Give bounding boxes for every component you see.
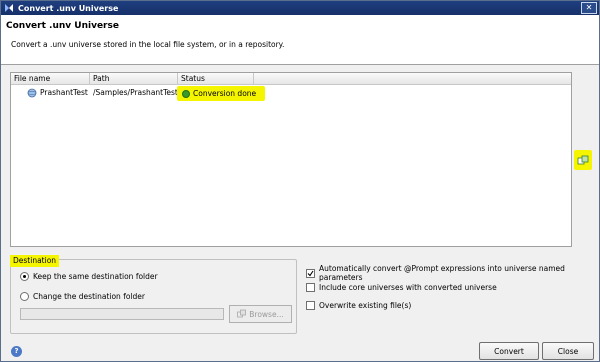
overwrite-files-label: Overwrite existing file(s) bbox=[319, 301, 412, 310]
overwrite-files-option[interactable]: Overwrite existing file(s) bbox=[306, 301, 411, 310]
column-header-status[interactable]: Status bbox=[178, 73, 254, 85]
browse-icon bbox=[237, 309, 247, 320]
window-title: Convert .unv Universe bbox=[18, 3, 119, 13]
success-icon bbox=[182, 89, 190, 98]
auto-convert-prompt-checkbox[interactable] bbox=[306, 268, 315, 278]
convert-button[interactable]: Convert bbox=[479, 342, 539, 360]
keep-folder-radio[interactable] bbox=[20, 272, 29, 281]
destination-legend: Destination bbox=[10, 255, 60, 267]
app-icon bbox=[4, 3, 14, 13]
file-table[interactable]: File name Path Status PrashantTest /Samp… bbox=[10, 72, 572, 247]
table-row[interactable]: PrashantTest /Samples/PrashantTest Conve… bbox=[11, 86, 571, 101]
destination-folder-input[interactable] bbox=[20, 308, 224, 320]
window-close-button[interactable]: ✕ bbox=[581, 2, 597, 14]
dialog-title: Convert .unv Universe bbox=[6, 21, 119, 31]
file-name-text: PrashantTest bbox=[40, 88, 88, 97]
change-folder-radio[interactable] bbox=[20, 292, 29, 301]
table-header: File name Path Status bbox=[11, 73, 571, 85]
browse-label: Browse... bbox=[249, 309, 284, 319]
close-button[interactable]: Close bbox=[542, 342, 594, 360]
auto-convert-prompt-option[interactable]: Automatically convert @Prompt expression… bbox=[306, 264, 599, 282]
include-core-universes-checkbox[interactable] bbox=[306, 283, 315, 292]
title-bar: Convert .unv Universe ✕ bbox=[1, 1, 599, 15]
auto-convert-prompt-label: Automatically convert @Prompt expression… bbox=[319, 264, 565, 282]
change-folder-label: Change the destination folder bbox=[33, 292, 145, 301]
file-name-cell: PrashantTest bbox=[27, 86, 88, 99]
status-cell: Conversion done bbox=[177, 86, 265, 101]
dialog-header: Convert .unv Universe Convert a .unv uni… bbox=[1, 15, 599, 65]
help-icon[interactable]: ? bbox=[11, 346, 22, 357]
column-header-path[interactable]: Path bbox=[90, 73, 178, 85]
path-cell: /Samples/PrashantTest bbox=[93, 88, 178, 97]
universe-icon bbox=[27, 88, 37, 98]
change-folder-option[interactable]: Change the destination folder bbox=[20, 292, 145, 301]
keep-folder-label: Keep the same destination folder bbox=[33, 272, 158, 281]
dialog-window: Convert .unv Universe ✕ Convert .unv Uni… bbox=[0, 0, 600, 362]
dialog-description: Convert a .unv universe stored in the lo… bbox=[11, 40, 285, 49]
browse-button[interactable]: Browse... bbox=[229, 305, 292, 323]
status-text: Conversion done bbox=[193, 89, 257, 98]
include-core-universes-label: Include core universes with converted un… bbox=[319, 283, 497, 292]
keep-folder-option[interactable]: Keep the same destination folder bbox=[20, 272, 158, 281]
include-core-universes-option[interactable]: Include core universes with converted un… bbox=[306, 283, 497, 292]
add-universe-icon bbox=[577, 155, 589, 165]
overwrite-files-checkbox[interactable] bbox=[306, 301, 315, 310]
add-universe-button[interactable] bbox=[574, 150, 592, 170]
column-header-file-name[interactable]: File name bbox=[11, 73, 90, 85]
